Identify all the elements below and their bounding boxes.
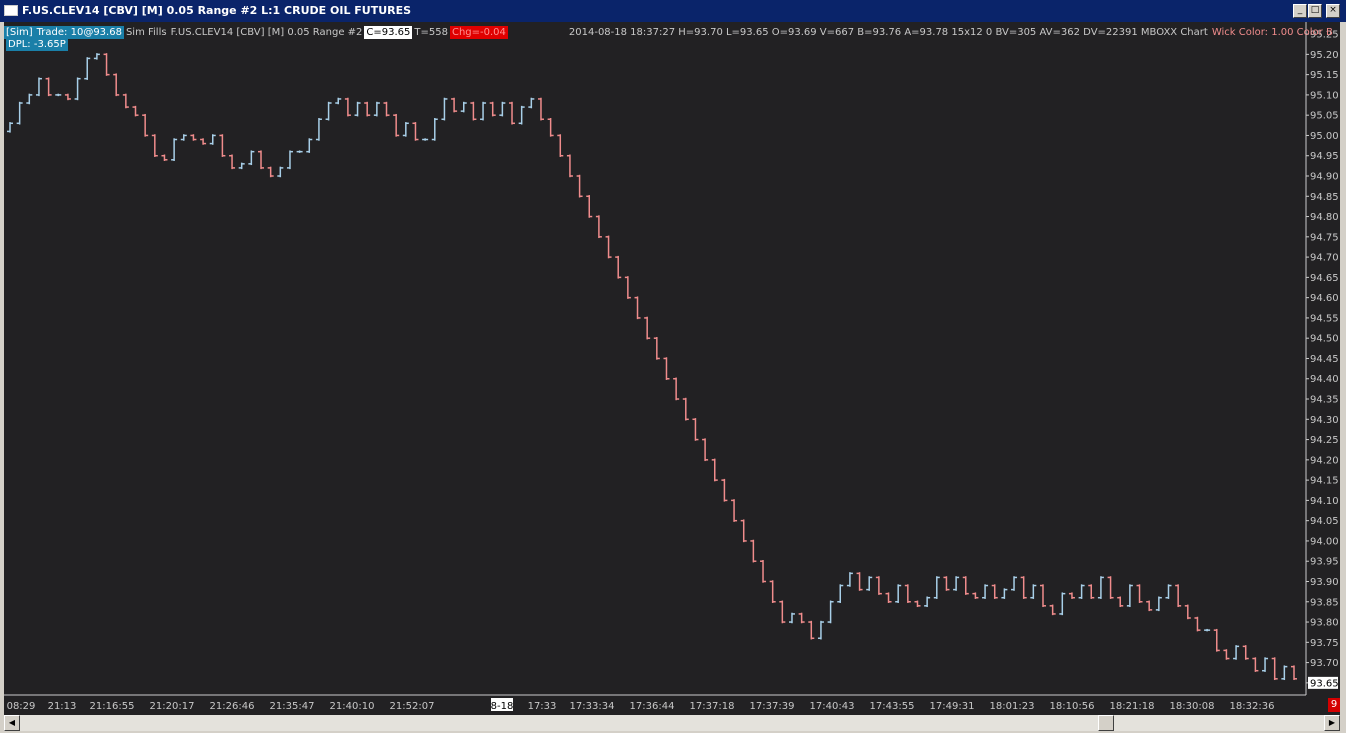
y-tick-label: 94.15 bbox=[1310, 476, 1339, 487]
alert-counter-badge[interactable]: 9 bbox=[1328, 698, 1340, 712]
dpl-label: DPL: -3.65P bbox=[6, 39, 68, 51]
y-tick-label: 94.35 bbox=[1310, 395, 1339, 406]
y-tick-label: 94.45 bbox=[1310, 354, 1339, 365]
x-tick-label: 18:01:23 bbox=[990, 701, 1035, 712]
y-tick-label: 93.70 bbox=[1310, 658, 1339, 669]
stats-label: 2014-08-18 18:37:27 H=93.70 L=93.65 O=93… bbox=[568, 27, 1208, 38]
y-tick-label: 93.90 bbox=[1310, 577, 1339, 588]
y-tick-label: 94.25 bbox=[1310, 435, 1339, 446]
x-tick-label: 21:20:17 bbox=[150, 701, 195, 712]
y-tick-label: 93.80 bbox=[1310, 618, 1339, 629]
x-tick-label: 17:37:39 bbox=[750, 701, 795, 712]
y-tick-label: 94.95 bbox=[1310, 151, 1339, 162]
y-tick-label: 94.65 bbox=[1310, 273, 1339, 284]
y-tick-label: 93.95 bbox=[1310, 557, 1339, 568]
current-price-label: 93.65 bbox=[1310, 678, 1339, 689]
x-tick-label: 17:37:18 bbox=[690, 701, 735, 712]
y-tick-label: 94.50 bbox=[1310, 334, 1339, 345]
x-tick-label: 21:40:10 bbox=[330, 701, 375, 712]
y-tick-label: 94.20 bbox=[1310, 455, 1339, 466]
x-tick-label: 08:29 bbox=[7, 701, 36, 712]
change-label: Chg=-0.04 bbox=[449, 26, 508, 39]
fills-label: Sim Fills bbox=[125, 27, 167, 38]
scroll-left-icon[interactable]: ◀ bbox=[4, 715, 20, 731]
x-tick-label: 21:35:47 bbox=[270, 701, 315, 712]
y-tick-label: 93.75 bbox=[1310, 638, 1339, 649]
x-tick-label: 17:33 bbox=[528, 701, 557, 712]
chart-info-bar: [Sim] Trade: 10@93.68 Sim Fills F.US.CLEV14… bbox=[4, 26, 1335, 39]
price-chart[interactable]: 95.2595.2095.1595.1095.0595.0094.9594.90… bbox=[0, 0, 1346, 733]
y-tick-label: 94.90 bbox=[1310, 172, 1339, 183]
account-label: [Sim] bbox=[4, 26, 35, 39]
x-tick-label: 17:43:55 bbox=[870, 701, 915, 712]
y-tick-label: 94.40 bbox=[1310, 374, 1339, 385]
y-tick-label: 94.00 bbox=[1310, 536, 1339, 547]
y-tick-label: 95.10 bbox=[1310, 90, 1339, 101]
y-tick-label: 94.70 bbox=[1310, 253, 1339, 264]
x-tick-label: 21:16:55 bbox=[90, 701, 135, 712]
y-tick-label: 94.30 bbox=[1310, 415, 1339, 426]
x-tick-label: 18:10:56 bbox=[1050, 701, 1095, 712]
symbol-label: F.US.CLEV14 [CBV] [M] 0.05 Range #2 bbox=[170, 27, 363, 38]
scrollbar-thumb[interactable] bbox=[1098, 715, 1114, 731]
ticks-label: T=558 bbox=[414, 27, 448, 38]
x-tick-label: 17:33:34 bbox=[570, 701, 615, 712]
horizontal-scrollbar[interactable]: ◀ ▶ bbox=[4, 715, 1340, 731]
wick-color-label: Wick Color: 1.00 Color B bbox=[1211, 27, 1333, 38]
x-tick-label: 17:40:43 bbox=[810, 701, 855, 712]
x-tick-label: 21:52:07 bbox=[390, 701, 435, 712]
x-tick-label: 18:32:36 bbox=[1230, 701, 1275, 712]
x-tick-label: 18:21:18 bbox=[1110, 701, 1155, 712]
y-tick-label: 94.85 bbox=[1310, 192, 1339, 203]
x-tick-label: 17:36:44 bbox=[630, 701, 675, 712]
y-tick-label: 95.05 bbox=[1310, 111, 1339, 122]
y-tick-label: 94.55 bbox=[1310, 313, 1339, 324]
y-tick-label: 95.00 bbox=[1310, 131, 1339, 142]
x-tick-label: 8-18 bbox=[491, 701, 514, 712]
trade-label: Trade: 10@93.68 bbox=[34, 26, 124, 39]
y-tick-label: 94.10 bbox=[1310, 496, 1339, 507]
y-tick-label: 95.20 bbox=[1310, 50, 1339, 61]
close-price-label: C=93.65 bbox=[364, 26, 413, 39]
y-tick-label: 94.80 bbox=[1310, 212, 1339, 223]
x-tick-label: 18:30:08 bbox=[1170, 701, 1215, 712]
x-tick-label: 17:49:31 bbox=[930, 701, 975, 712]
scroll-right-icon[interactable]: ▶ bbox=[1324, 715, 1340, 731]
x-tick-label: 21:26:46 bbox=[210, 701, 255, 712]
y-tick-label: 95.15 bbox=[1310, 70, 1339, 81]
y-tick-label: 94.75 bbox=[1310, 232, 1339, 243]
x-tick-label: 21:13 bbox=[48, 701, 77, 712]
y-tick-label: 94.05 bbox=[1310, 516, 1339, 527]
y-tick-label: 94.60 bbox=[1310, 293, 1339, 304]
y-tick-label: 93.85 bbox=[1310, 597, 1339, 608]
